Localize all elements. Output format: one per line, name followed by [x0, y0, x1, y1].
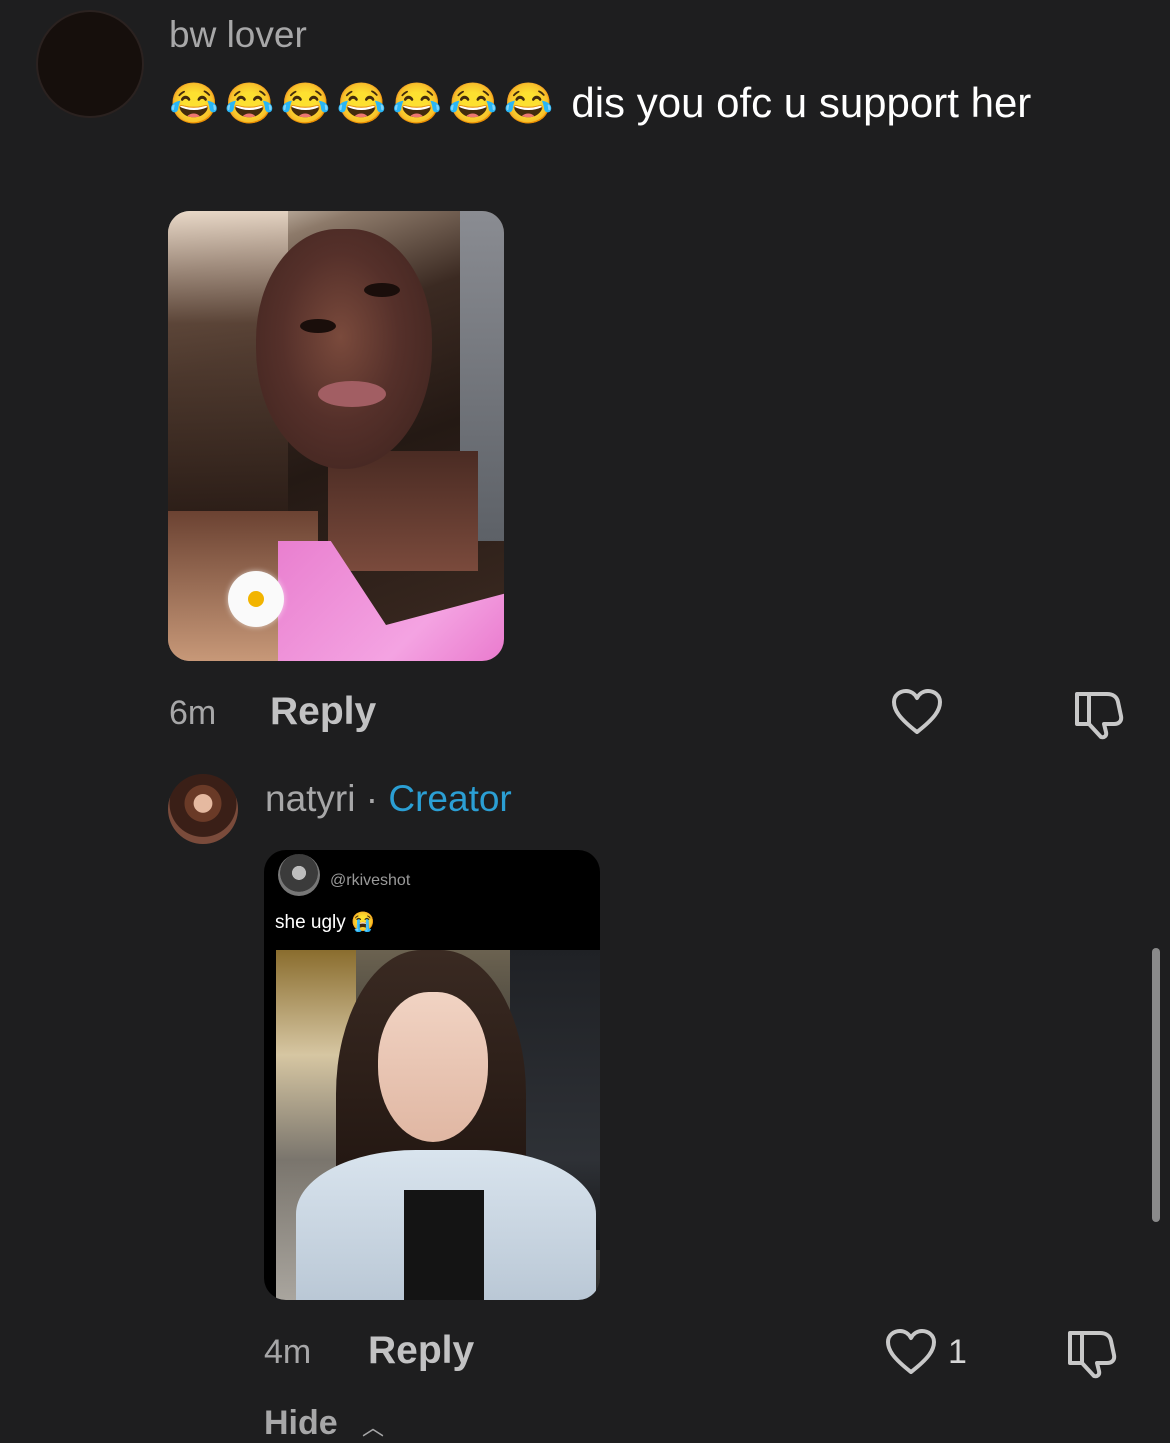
- comment-photo[interactable]: [168, 211, 504, 661]
- comment-text: 😂 😂 😂 😂 😂 😂 😂 dis you ofc u support her: [169, 72, 1129, 135]
- creator-badge: Creator: [388, 778, 512, 819]
- avatar[interactable]: [36, 10, 144, 118]
- emoji: 😂: [503, 82, 554, 126]
- comment-timestamp: 4m: [264, 1333, 312, 1371]
- embedded-post-card[interactable]: @rkiveshot she ugly 😭: [264, 850, 600, 1300]
- emoji: 😂: [392, 82, 443, 126]
- chevron-up-icon[interactable]: ︿: [362, 1410, 384, 1442]
- avatar: [278, 854, 320, 896]
- dislike-icon[interactable]: [1064, 1327, 1118, 1379]
- comment-username[interactable]: bw lover: [169, 14, 307, 56]
- like-count: 1: [948, 1333, 967, 1371]
- avatar[interactable]: [168, 774, 238, 844]
- photo-neck: [328, 451, 478, 571]
- embedded-post-handle: @rkiveshot: [330, 872, 411, 889]
- emoji: 😂: [336, 82, 387, 126]
- comment-username[interactable]: natyri: [265, 778, 355, 819]
- photo-lips: [318, 381, 386, 407]
- photo-face: [256, 229, 432, 469]
- embedded-post-body: she ugly: [275, 912, 346, 933]
- photo-face: [378, 992, 488, 1142]
- reply-button[interactable]: Reply: [270, 690, 376, 734]
- emoji: 😂: [448, 82, 498, 126]
- scrollbar[interactable]: [1152, 948, 1160, 1222]
- heart-icon[interactable]: [891, 688, 943, 736]
- emoji: 😂: [280, 82, 331, 126]
- comment-body: dis you ofc u support her: [571, 79, 1032, 126]
- separator: ·: [365, 778, 379, 819]
- photo-shirt: [404, 1190, 484, 1300]
- emoji: 😂: [224, 82, 275, 126]
- embedded-post-photo: [276, 950, 600, 1300]
- daisy-sticker-icon: [228, 571, 284, 627]
- embedded-post-text: she ugly 😭: [275, 910, 375, 934]
- reply-button[interactable]: Reply: [368, 1329, 474, 1373]
- heart-icon[interactable]: [885, 1328, 937, 1376]
- photo-eye: [364, 283, 400, 297]
- emoji: 😭: [351, 912, 375, 933]
- emoji: 😂: [169, 82, 219, 126]
- dislike-icon[interactable]: [1071, 688, 1125, 740]
- comment-timestamp: 6m: [169, 694, 217, 732]
- photo-eye: [300, 319, 336, 333]
- comment-username-row: natyri · Creator: [265, 778, 512, 820]
